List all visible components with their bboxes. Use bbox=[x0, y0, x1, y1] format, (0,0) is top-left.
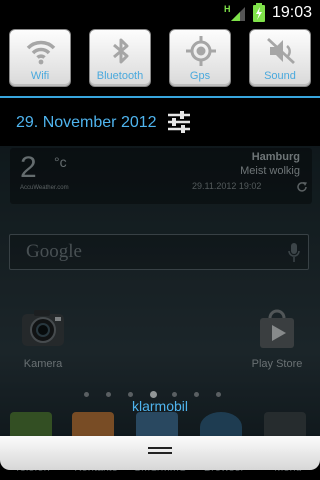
wifi-toggle[interactable]: Wifi bbox=[9, 29, 71, 87]
gps-label: Gps bbox=[189, 70, 211, 82]
notification-shade-handle[interactable] bbox=[0, 436, 320, 470]
wifi-label: Wifi bbox=[30, 70, 50, 82]
gps-icon bbox=[186, 36, 216, 66]
sound-toggle[interactable]: Sound bbox=[249, 29, 311, 87]
quick-settings-panel: Wifi Bluetooth Gps Sound bbox=[0, 25, 320, 98]
sound-muted-icon bbox=[267, 37, 295, 65]
sound-label: Sound bbox=[264, 70, 296, 82]
settings-sliders-icon[interactable] bbox=[166, 110, 192, 134]
wifi-icon bbox=[26, 40, 56, 65]
home-screen-dim-overlay bbox=[0, 146, 320, 480]
bluetooth-icon bbox=[113, 38, 129, 64]
battery-charging-icon bbox=[253, 3, 265, 22]
signal-icon: H bbox=[224, 4, 245, 21]
carrier-label: klarmobil bbox=[131, 398, 188, 414]
drag-grip-icon bbox=[148, 447, 172, 458]
network-type: H bbox=[224, 4, 231, 14]
clock: 19:03 bbox=[272, 4, 313, 21]
date-row: 29. November 2012 bbox=[0, 98, 320, 146]
gps-toggle[interactable]: Gps bbox=[169, 29, 231, 87]
status-bar: H 19:03 bbox=[0, 0, 320, 25]
bluetooth-toggle[interactable]: Bluetooth bbox=[89, 29, 151, 87]
bluetooth-label: Bluetooth bbox=[96, 70, 144, 82]
date-label: 29. November 2012 bbox=[16, 114, 157, 131]
